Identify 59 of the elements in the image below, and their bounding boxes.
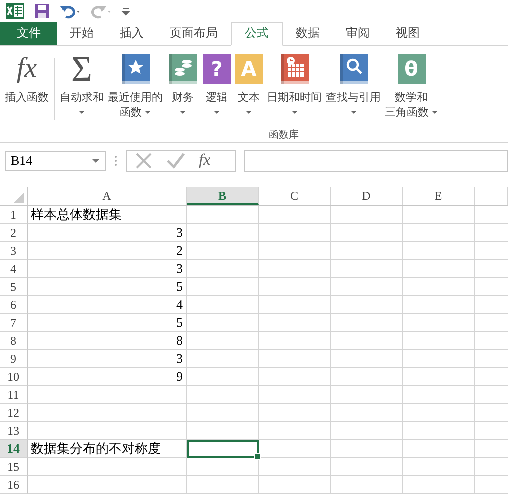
row-header[interactable]: 6	[0, 296, 28, 314]
ribbon-tab[interactable]: 插入	[107, 22, 157, 46]
row-header[interactable]: 1	[0, 206, 28, 224]
grip-icon	[114, 155, 118, 168]
row-header[interactable]: 14	[0, 440, 28, 458]
row-header[interactable]: 12	[0, 404, 28, 422]
table-cell: 4	[28, 296, 187, 314]
table-cell: 3	[28, 350, 187, 368]
active-cell[interactable]	[187, 440, 259, 458]
select-all-icon[interactable]	[14, 193, 24, 203]
book-icon: A	[235, 54, 263, 84]
row-header[interactable]: 11	[0, 386, 28, 404]
group-label: 函数库	[268, 128, 299, 142]
row-header[interactable]: 4	[0, 260, 28, 278]
ribbon-button[interactable]: 查找与引用	[324, 52, 383, 128]
row-header[interactable]: 10	[0, 368, 28, 386]
row-header[interactable]: 9	[0, 350, 28, 368]
row-header[interactable]: 8	[0, 332, 28, 350]
ribbon-button[interactable]: A 文本	[233, 52, 265, 128]
row-header[interactable]: 15	[0, 458, 28, 476]
book-icon: θ	[398, 54, 426, 84]
formula-input[interactable]	[244, 150, 508, 172]
save-icon[interactable]	[34, 3, 50, 20]
ribbon-button[interactable]: fx 插入函数	[3, 52, 51, 128]
ribbon-button[interactable]: 财务	[165, 52, 201, 128]
row-header[interactable]: 16	[0, 476, 28, 494]
ribbon-button[interactable]: θ 数学和 三角函数	[383, 52, 440, 128]
dropdown-icon	[92, 159, 100, 164]
file-tab[interactable]: 文件	[0, 22, 57, 46]
table-cell: 2	[28, 242, 187, 260]
ribbon-tab[interactable]: 页面布局	[157, 22, 231, 46]
table-cell: 8	[28, 332, 187, 350]
cancel-icon[interactable]	[135, 152, 153, 170]
ribbon-tab[interactable]: 视图	[383, 22, 433, 46]
row-header[interactable]: 3	[0, 242, 28, 260]
table-cell: 3	[28, 224, 187, 242]
name-box[interactable]: B14	[5, 151, 106, 172]
table-cell: 数据集分布的不对称度	[28, 440, 187, 458]
insert-function-button[interactable]: fx	[199, 152, 211, 170]
ribbon-button[interactable]: 最近使用的 函数	[106, 52, 165, 128]
book-icon: ?	[203, 54, 231, 84]
check-icon[interactable]	[167, 152, 185, 170]
excel-logo-icon	[5, 2, 25, 20]
row-header[interactable]: 2	[0, 224, 28, 242]
ribbon-button[interactable]: 日期和时间	[265, 52, 324, 128]
row-header[interactable]: 7	[0, 314, 28, 332]
ribbon-tab[interactable]: 公式	[231, 22, 283, 46]
table-cell: 5	[28, 314, 187, 332]
table-cell: 3	[28, 260, 187, 278]
table-cell: 5	[28, 278, 187, 296]
table-cell: 9	[28, 368, 187, 386]
ribbon-tab[interactable]: 开始	[57, 22, 107, 46]
ribbon-tab[interactable]: 审阅	[333, 22, 383, 46]
row-header[interactable]: 5	[0, 278, 28, 296]
column-header[interactable]: B	[187, 187, 259, 205]
ribbon-button[interactable]: Σ 自动求和	[58, 52, 106, 128]
ribbon-button[interactable]: ? 逻辑	[201, 52, 233, 128]
table-cell: 样本总体数据集	[28, 206, 187, 224]
ribbon-tab[interactable]: 数据	[283, 22, 333, 46]
